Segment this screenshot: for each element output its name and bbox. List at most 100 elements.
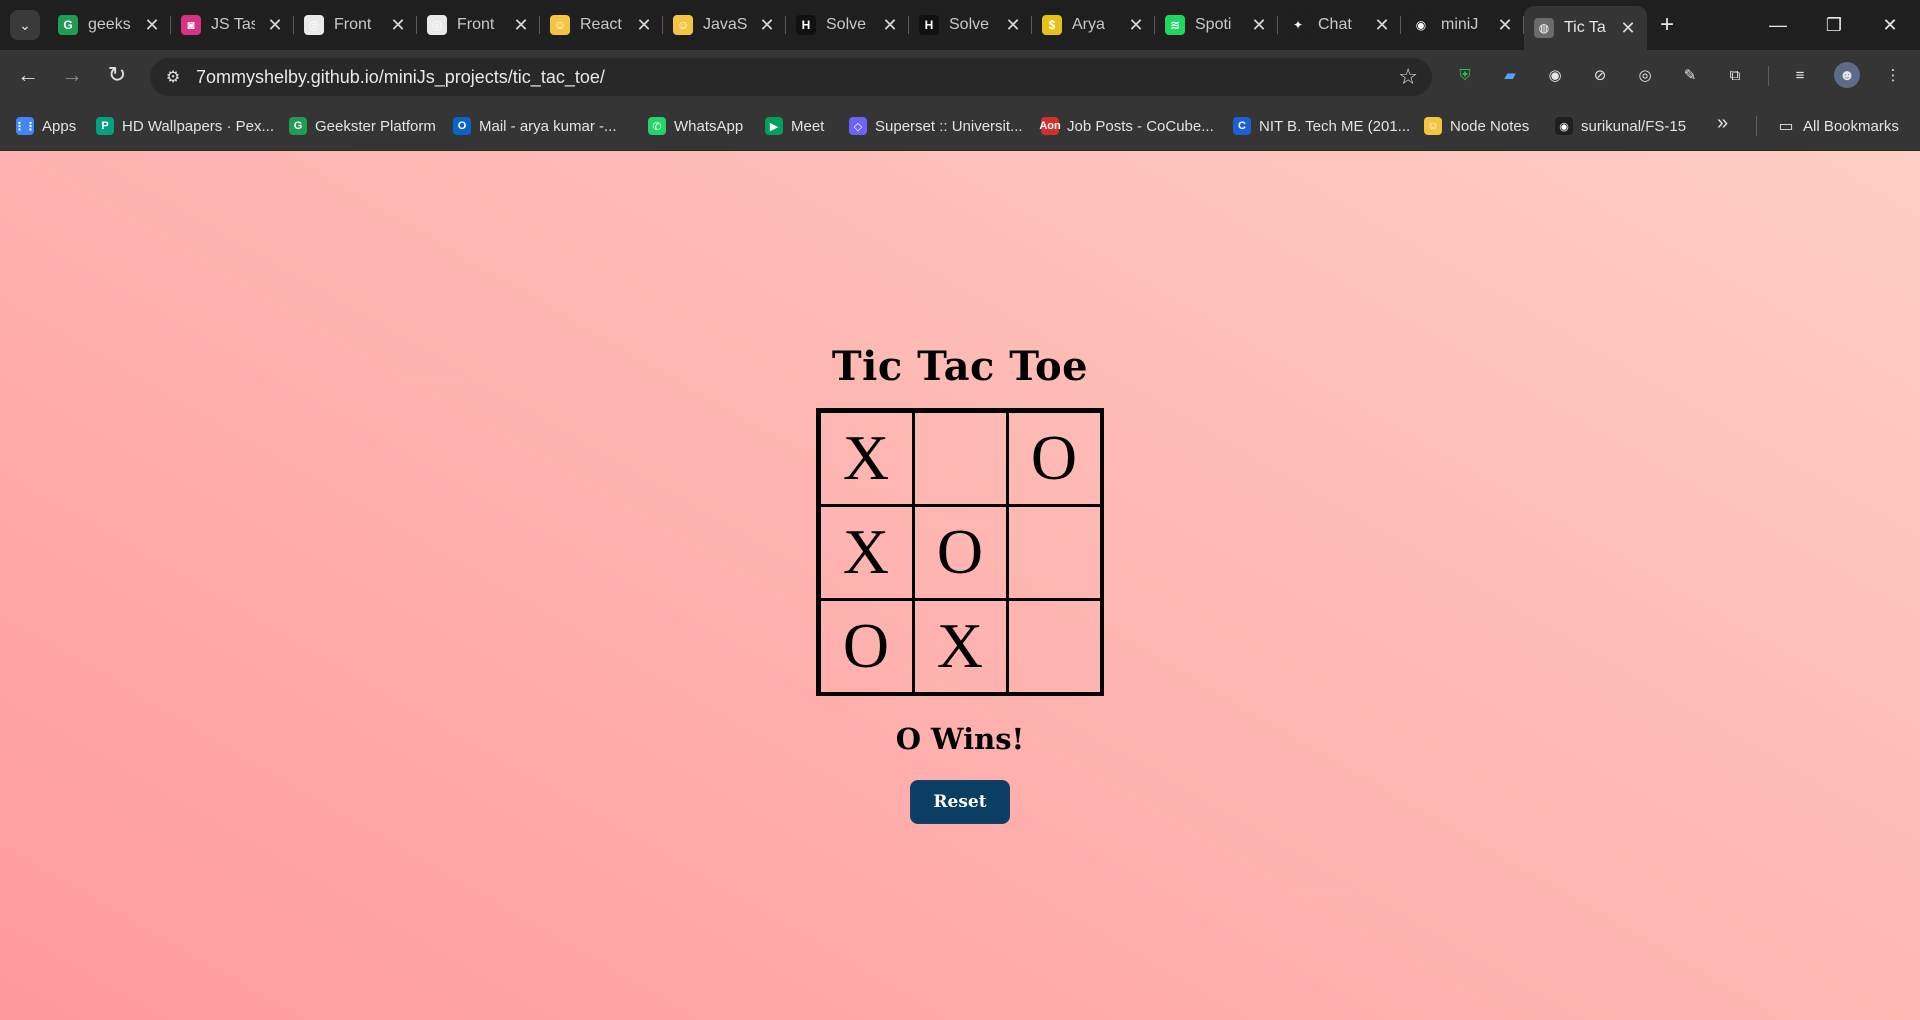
board-cell[interactable] [1005, 597, 1103, 695]
page-content: Tic Tac Toe XOXOOX O Wins! Reset [0, 151, 1920, 1020]
spotify-icon: ≋ [1165, 15, 1185, 35]
bookmark-star-icon[interactable]: ☆ [1398, 64, 1418, 90]
tab-strip: ⌄ Ggeeks ✕ ◙ JS Tas ✕ ◎ Front ✕ ◎ Front ✕ ☺ React ✕ ☺ J… [0, 0, 1920, 50]
board-cell[interactable]: O [1005, 409, 1103, 507]
browser-tab[interactable]: $ Arya ✕ [1032, 0, 1155, 50]
apps-grid-icon: ⋮⋮ [14, 117, 36, 135]
browser-tab[interactable]: ☺ React ✕ [540, 0, 663, 50]
board-cell[interactable]: X [817, 409, 915, 507]
bookmark-label: Mail - arya kumar -... [479, 117, 617, 135]
reset-button[interactable]: Reset [910, 780, 1010, 824]
tab-title: JS Tas [211, 16, 255, 33]
game-board: XOXOOX [816, 408, 1104, 696]
reload-button[interactable]: ↻ [101, 59, 133, 91]
bookmarks-overflow-icon[interactable]: » [1717, 112, 1728, 135]
board-cell[interactable]: O [911, 503, 1009, 601]
close-tab-icon[interactable]: ✕ [881, 15, 899, 36]
browser-tab[interactable]: H Solve ✕ [909, 0, 1032, 50]
tab-search-button[interactable]: ⌄ [10, 10, 40, 40]
close-tab-icon[interactable]: ✕ [266, 15, 284, 36]
tab-title: Solve [949, 16, 990, 33]
browser-tab[interactable]: ◎ Front ✕ [417, 0, 540, 50]
chevron-down-icon: ⌄ [19, 16, 31, 33]
board-cell[interactable]: X [911, 597, 1009, 695]
doc-icon: ◎ [427, 15, 447, 35]
browser-tab[interactable]: H Solve ✕ [786, 0, 909, 50]
eyedropper-extension-icon[interactable]: ✎ [1677, 62, 1703, 88]
close-tab-icon[interactable]: ✕ [1619, 18, 1637, 39]
bookmark-item[interactable]: ▶ Meet [765, 115, 824, 137]
site-info-icon[interactable]: ⚙ [160, 64, 186, 90]
smiley-icon: ☺ [673, 15, 693, 35]
bookmark-item[interactable]: O Mail - arya kumar -... [453, 115, 617, 137]
arrow-left-icon: ← [17, 62, 39, 87]
bookmark-item[interactable]: ◇ Superset :: Universit... [849, 115, 1023, 137]
browser-tab[interactable]: ◉ miniJ ✕ [1401, 0, 1524, 50]
browser-tab[interactable]: ≋ Spoti ✕ [1155, 0, 1278, 50]
geekster-icon: G [289, 117, 307, 135]
bookmark-item[interactable]: G Geekster Platform [289, 115, 436, 137]
tab-title: geeks [88, 16, 131, 33]
bookmark-item[interactable]: ☺ Node Notes [1424, 115, 1529, 137]
browser-tab[interactable]: ☺ JavaS ✕ [663, 0, 786, 50]
superset-icon: ◇ [849, 117, 867, 135]
close-tab-icon[interactable]: ✕ [1373, 15, 1391, 36]
new-tab-button[interactable]: + [1652, 10, 1682, 40]
forward-button[interactable]: → [56, 59, 88, 91]
profile-avatar-icon[interactable]: ☻ [1834, 62, 1860, 88]
board-cell[interactable]: X [817, 503, 915, 601]
tic-tac-toe-app: Tic Tac Toe XOXOOX O Wins! Reset [0, 151, 1920, 824]
address-bar[interactable]: ⚙ 7ommyshelby.github.io/miniJs_projects/… [150, 58, 1432, 96]
close-tab-icon[interactable]: ✕ [1496, 15, 1514, 36]
shield-extension-icon[interactable]: ⛨ [1452, 62, 1478, 88]
browser-tab[interactable]: ◎ Front ✕ [294, 0, 417, 50]
board-cell[interactable] [1005, 503, 1103, 601]
browser-tab[interactable]: Ggeeks ✕ [48, 0, 171, 50]
reload-icon: ↻ [107, 62, 127, 87]
menu-kebab-icon[interactable]: ⋮ [1880, 62, 1906, 88]
bookmark-item[interactable]: C NIT B. Tech ME (201... [1233, 115, 1410, 137]
browser-tab[interactable]: ✦ Chat ✕ [1278, 0, 1401, 50]
minimize-button[interactable]: — [1758, 10, 1798, 40]
bookmark-label: Job Posts - CoCube... [1067, 117, 1214, 135]
close-tab-icon[interactable]: ✕ [389, 15, 407, 36]
cards-extension-icon[interactable]: ▰ [1497, 62, 1523, 88]
all-bookmarks-folder[interactable]: ▭ All Bookmarks [1777, 115, 1898, 137]
board-cell[interactable] [911, 409, 1009, 507]
close-tab-icon[interactable]: ✕ [635, 15, 653, 36]
close-tab-icon[interactable]: ✕ [1004, 15, 1022, 36]
bookmark-label: Apps [42, 117, 77, 135]
restore-button[interactable]: ❐ [1814, 10, 1854, 40]
doc-icon: ◎ [304, 15, 324, 35]
restore-icon: ❐ [1825, 14, 1843, 35]
pexels-icon: P [96, 117, 114, 135]
hackerrank-icon: H [796, 15, 816, 35]
close-tab-icon[interactable]: ✕ [758, 15, 776, 36]
bookmark-item[interactable]: P HD Wallpapers · Pex... [96, 115, 274, 137]
bookmark-item[interactable]: ✆ WhatsApp [648, 115, 743, 137]
bookmark-item[interactable]: Aon Job Posts - CoCube... [1039, 115, 1214, 137]
bookmarks-bar: » ▭ All Bookmarks ⋮⋮ Apps P HD Wallpapers ·… [0, 100, 1920, 151]
close-tab-icon[interactable]: ✕ [1127, 15, 1145, 36]
board-cell[interactable]: O [817, 597, 915, 695]
compass-extension-icon[interactable]: ⊘ [1587, 62, 1613, 88]
close-tab-icon[interactable]: ✕ [143, 15, 161, 36]
target-extension-icon[interactable]: ◎ [1632, 62, 1658, 88]
close-tab-icon[interactable]: ✕ [1250, 15, 1268, 36]
smiley-icon: ☺ [1424, 117, 1442, 135]
tabs: Ggeeks ✕ ◙ JS Tas ✕ ◎ Front ✕ ◎ Front ✕ ☺ React ✕ ☺ Jav… [48, 0, 1647, 50]
back-button[interactable]: ← [12, 59, 44, 91]
browser-tab[interactable]: ◍ Tic Ta ✕ [1524, 6, 1647, 50]
close-window-button[interactable]: ✕ [1870, 10, 1910, 40]
github-icon: ◉ [1411, 15, 1431, 35]
puzzle-extensions-icon[interactable]: ⧉ [1722, 62, 1748, 88]
grammar-extension-icon[interactable]: ◉ [1542, 62, 1568, 88]
url-text[interactable]: 7ommyshelby.github.io/miniJs_projects/ti… [196, 67, 605, 88]
bookmark-item[interactable]: ⋮⋮ Apps [14, 115, 77, 137]
close-tab-icon[interactable]: ✕ [512, 15, 530, 36]
minimize-icon: — [1769, 14, 1787, 35]
smiley-icon: ☺ [550, 15, 570, 35]
bookmark-item[interactable]: ◉ surikunal/FS-15 [1555, 115, 1686, 137]
browser-tab[interactable]: ◙ JS Tas ✕ [171, 0, 294, 50]
media-control-icon[interactable]: ≡ [1787, 62, 1813, 88]
